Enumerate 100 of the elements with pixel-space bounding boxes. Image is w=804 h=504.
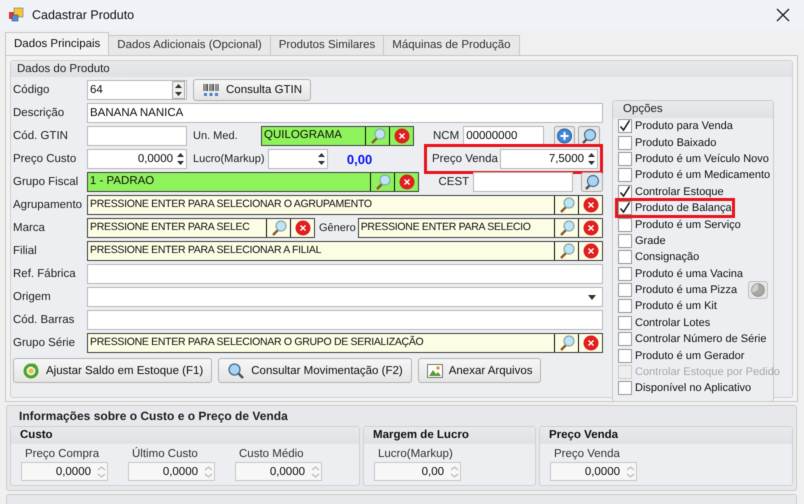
tab[interactable]: Dados Principais	[5, 32, 110, 55]
search-icon[interactable]	[578, 126, 600, 146]
option-label: Produto é um Serviço	[635, 218, 741, 231]
search-icon[interactable]	[558, 219, 576, 237]
field-label: Cód. GTIN	[13, 130, 69, 142]
code-field[interactable]: 64	[87, 80, 187, 100]
checkbox[interactable]	[618, 283, 632, 298]
checkbox[interactable]	[618, 266, 632, 281]
text-field[interactable]	[87, 310, 603, 330]
section-title: Informações sobre o Custo e o Preço de Venda	[18, 408, 289, 425]
clear-icon[interactable]	[582, 243, 598, 259]
field-label: Preço Compra	[24, 448, 100, 460]
dropdown-field[interactable]	[87, 287, 603, 307]
lookup-field[interactable]: PRESSIONE ENTER PARA SELECIONAR A FILIAL	[87, 241, 603, 261]
tab[interactable]: Produtos Similares	[270, 35, 384, 55]
fiscal-group-field[interactable]: 1 - PADRAO	[86, 172, 420, 192]
brand-lookup-field[interactable]: PRESSIONE ENTER PARA SELEC	[87, 218, 315, 238]
field-label: Gênero	[318, 222, 357, 234]
search-icon[interactable]	[368, 127, 386, 145]
search-icon[interactable]	[558, 196, 576, 214]
search-icon[interactable]	[558, 334, 576, 352]
text-field[interactable]	[87, 264, 603, 284]
unit-lookup-field[interactable]: QUILOGRAMA	[261, 126, 414, 146]
action-button[interactable]: Ajustar Saldo em Estoque (F1)	[13, 358, 212, 383]
field-label: Lucro(Markup)	[192, 153, 266, 165]
checkbox[interactable]	[618, 152, 632, 166]
option-label: Controlar Estoque	[635, 186, 724, 198]
clear-icon[interactable]	[294, 220, 310, 236]
checkbox[interactable]	[618, 184, 632, 199]
subgroup-title: Preço Venda	[540, 427, 792, 444]
action-button[interactable]: Anexar Arquivos	[418, 358, 542, 383]
checkbox[interactable]	[618, 348, 632, 363]
option-label: Produto é uma Vacina	[635, 268, 744, 280]
window-title: Cadastrar Produto	[32, 8, 134, 22]
subgroup-title: Margem de Lucro	[364, 427, 535, 444]
spinner-icon[interactable]	[176, 151, 185, 167]
search-icon[interactable]	[581, 172, 603, 192]
spinner-icon[interactable]	[587, 151, 596, 167]
field-label: Último Custo	[131, 448, 199, 460]
lookup-field[interactable]: PRESSIONE ENTER PARA SELECIONAR O GRUPO DE SERIALIZAÇÃO	[87, 333, 603, 353]
spinner-icon[interactable]	[172, 81, 185, 99]
round-button-icon[interactable]	[747, 281, 770, 300]
option-label: Produto Baixado	[635, 136, 716, 149]
number-field[interactable]: 0,0000	[128, 462, 215, 481]
option-label: Consignação	[635, 251, 700, 264]
number-field[interactable]: 0,0000	[235, 462, 322, 481]
field-label: Origem	[13, 291, 52, 303]
checkbox[interactable]	[618, 234, 632, 248]
spinner-icon[interactable]	[316, 151, 326, 167]
search-icon[interactable]	[270, 219, 288, 237]
checkbox[interactable]	[618, 250, 632, 264]
dropdown-arrow-icon	[588, 294, 596, 300]
sale-price-field[interactable]: 7,5000	[500, 149, 598, 169]
clear-icon[interactable]	[394, 128, 410, 144]
option-label: Produto é um Medicamento	[635, 169, 770, 182]
number-field[interactable]: 0,00	[374, 462, 461, 481]
option-label: Produto é um Kit	[635, 300, 717, 312]
gtin-field[interactable]	[87, 126, 187, 146]
option-label: Disponível no Aplicativo	[635, 382, 752, 394]
refresh-icon	[22, 362, 40, 380]
field-label: CEST	[437, 176, 470, 188]
tab[interactable]: Dados Adicionais (Opcional)	[108, 35, 271, 55]
checkbox[interactable]	[618, 218, 632, 232]
ncm-field[interactable]: 00000000	[463, 126, 544, 146]
field-label: Custo Médio	[238, 448, 305, 460]
action-button[interactable]: Consultar Movimentação (F2)	[218, 358, 412, 383]
markup-field[interactable]	[268, 149, 328, 169]
field-label: Grupo Fiscal	[13, 176, 80, 188]
clear-icon[interactable]	[398, 174, 415, 190]
checkbox[interactable]	[618, 332, 632, 346]
option-label: Grade	[635, 234, 666, 247]
cest-field[interactable]	[473, 172, 574, 192]
checkbox[interactable]	[618, 299, 632, 314]
checkbox[interactable]	[618, 119, 632, 134]
add-icon[interactable]	[554, 126, 576, 146]
number-field[interactable]: 0,0000	[550, 462, 637, 481]
search-icon[interactable]	[374, 173, 392, 191]
field-label: Preço Venda	[553, 448, 621, 460]
checkbox[interactable]	[618, 201, 632, 216]
checkbox[interactable]	[618, 168, 632, 182]
close-icon[interactable]	[776, 8, 790, 22]
search-icon[interactable]	[558, 242, 576, 260]
clear-icon[interactable]	[582, 197, 598, 213]
field-label: Grupo Série	[13, 337, 76, 349]
barcode-icon	[202, 83, 220, 97]
option-label: Controlar Número de Série	[635, 333, 766, 346]
checkbox[interactable]	[618, 136, 632, 150]
clear-icon[interactable]	[582, 220, 598, 236]
text-field[interactable]: BANANA NANICA	[87, 103, 603, 123]
field-label: Lucro(Markup)	[377, 448, 454, 460]
lookup-field[interactable]: PRESSIONE ENTER PARA SELECIONAR O AGRUPAMENTO	[87, 195, 603, 215]
clear-icon[interactable]	[582, 335, 598, 351]
checkbox[interactable]	[618, 381, 632, 396]
tab[interactable]: Máquinas de Produção	[383, 35, 520, 55]
checkbox[interactable]	[618, 316, 632, 330]
genre-lookup-field[interactable]: PRESSIONE ENTER PARA SELECIO	[358, 218, 603, 238]
cost-price-field[interactable]: 0,0000	[87, 149, 187, 169]
field-label: Descrição	[13, 107, 66, 119]
number-field[interactable]: 0,0000	[21, 462, 108, 481]
consult-gtin-button[interactable]: Consulta GTIN	[193, 79, 312, 101]
